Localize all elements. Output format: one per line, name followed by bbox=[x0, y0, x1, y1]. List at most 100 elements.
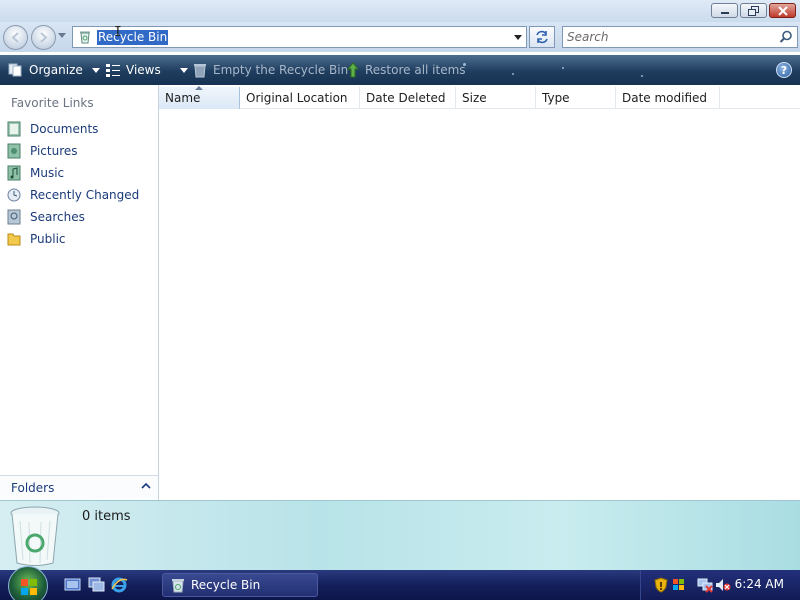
window-controls bbox=[711, 3, 796, 18]
title-bar bbox=[0, 0, 800, 22]
text-cursor-icon: I bbox=[114, 25, 122, 40]
network-disconnected-icon[interactable] bbox=[697, 577, 713, 593]
start-button[interactable] bbox=[8, 566, 48, 600]
favorite-link-recently-changed[interactable]: Recently Changed bbox=[0, 184, 158, 206]
column-header-original-location[interactable]: Original Location bbox=[240, 87, 360, 109]
music-icon bbox=[6, 165, 22, 181]
windows-logo-icon bbox=[21, 579, 37, 595]
chevron-up-icon[interactable] bbox=[141, 482, 151, 490]
close-icon bbox=[777, 5, 788, 16]
organize-button[interactable]: Organize bbox=[8, 55, 100, 85]
favorite-link-label: Recently Changed bbox=[30, 188, 140, 202]
recycle-bin-large-icon bbox=[10, 506, 60, 566]
address-row: Recycle Bin I bbox=[0, 22, 800, 52]
taskbar: Recycle Bin 6:24 AM bbox=[0, 566, 800, 600]
chevron-down-icon bbox=[179, 67, 188, 73]
column-header-label: Original Location bbox=[246, 91, 348, 105]
sparkle-decoration bbox=[562, 67, 564, 69]
refresh-icon bbox=[536, 30, 548, 44]
searches-icon bbox=[6, 209, 22, 225]
back-arrow-icon bbox=[11, 32, 19, 43]
search-box[interactable] bbox=[562, 26, 798, 48]
help-button[interactable]: ? bbox=[776, 62, 792, 78]
taskbar-button-label: Recycle Bin bbox=[191, 578, 261, 592]
favorite-link-label: Public bbox=[30, 232, 66, 246]
favorite-links-heading: Favorite Links bbox=[11, 96, 94, 110]
item-count: 0 items bbox=[82, 509, 131, 524]
minimize-icon bbox=[720, 11, 729, 14]
address-bar[interactable]: Recycle Bin bbox=[72, 26, 527, 48]
chevron-down-icon bbox=[91, 67, 100, 73]
column-header-label: Date modified bbox=[622, 91, 708, 105]
address-path[interactable]: Recycle Bin bbox=[97, 29, 169, 45]
favorite-link-documents[interactable]: Documents bbox=[0, 118, 158, 140]
organize-icon bbox=[8, 63, 22, 77]
column-header-label: Name bbox=[165, 91, 201, 105]
column-header-type[interactable]: Type bbox=[536, 87, 616, 109]
column-header-label: Date Deleted bbox=[366, 91, 446, 105]
volume-muted-icon[interactable] bbox=[715, 577, 731, 593]
recycle-bin-icon bbox=[194, 64, 206, 78]
favorite-links-list: Documents Pictures Music Recently Change… bbox=[0, 118, 158, 250]
minimize-button[interactable] bbox=[711, 3, 738, 18]
back-button[interactable] bbox=[3, 25, 28, 50]
restore-arrow-icon bbox=[346, 62, 360, 78]
favorite-link-label: Documents bbox=[30, 122, 99, 136]
file-list[interactable]: Name Original Location Date Deleted Size… bbox=[159, 85, 800, 500]
recycle-bin-small-icon bbox=[77, 29, 93, 45]
restore-all-items-button[interactable]: Restore all items bbox=[346, 55, 466, 85]
column-header-label: Type bbox=[542, 91, 570, 105]
favorite-link-label: Pictures bbox=[30, 144, 78, 158]
favorite-link-music[interactable]: Music bbox=[0, 162, 158, 184]
address-dropdown[interactable] bbox=[510, 27, 526, 47]
column-headers: Name Original Location Date Deleted Size… bbox=[159, 86, 800, 109]
sparkle-decoration bbox=[641, 75, 643, 77]
empty-recycle-bin-label: Empty the Recycle Bin bbox=[213, 63, 349, 77]
pictures-icon bbox=[6, 143, 22, 159]
views-button[interactable]: Views bbox=[105, 55, 188, 85]
favorite-link-pictures[interactable]: Pictures bbox=[0, 140, 158, 162]
sparkle-decoration bbox=[512, 73, 514, 75]
search-icon[interactable] bbox=[779, 30, 793, 44]
folders-toggle[interactable]: Folders bbox=[0, 475, 158, 500]
command-bar: Organize Views Empty the Recycle Bin Res… bbox=[0, 55, 800, 85]
column-header-size[interactable]: Size bbox=[456, 87, 536, 109]
column-header-name[interactable]: Name bbox=[159, 86, 240, 109]
show-desktop-icon[interactable] bbox=[64, 577, 81, 593]
folders-label: Folders bbox=[11, 481, 55, 495]
internet-explorer-icon[interactable] bbox=[111, 577, 128, 593]
notification-area: 6:24 AM bbox=[640, 570, 800, 600]
organize-label: Organize bbox=[29, 63, 83, 77]
refresh-button[interactable] bbox=[529, 26, 555, 48]
maximize-button[interactable] bbox=[740, 3, 767, 18]
taskbar-button-recycle-bin[interactable]: Recycle Bin bbox=[162, 573, 318, 597]
public-folder-icon bbox=[6, 231, 22, 247]
favorite-link-public[interactable]: Public bbox=[0, 228, 158, 250]
documents-icon bbox=[6, 121, 22, 137]
views-label: Views bbox=[126, 63, 161, 77]
search-input[interactable] bbox=[563, 27, 773, 47]
favorite-link-searches[interactable]: Searches bbox=[0, 206, 158, 228]
views-icon bbox=[106, 64, 120, 77]
favorite-link-label: Searches bbox=[30, 210, 85, 224]
windows-update-icon[interactable] bbox=[671, 577, 687, 593]
sort-ascending-icon bbox=[195, 86, 203, 90]
empty-recycle-bin-button[interactable]: Empty the Recycle Bin bbox=[192, 55, 348, 85]
column-header-date-modified[interactable]: Date modified bbox=[616, 87, 720, 109]
recycle-bin-icon bbox=[172, 579, 184, 593]
close-button[interactable] bbox=[769, 3, 796, 18]
system-clock[interactable]: 6:24 AM bbox=[735, 577, 784, 591]
column-header-date-deleted[interactable]: Date Deleted bbox=[360, 87, 456, 109]
security-shield-icon[interactable] bbox=[654, 577, 668, 593]
restore-all-items-label: Restore all items bbox=[365, 63, 466, 77]
forward-button[interactable] bbox=[31, 25, 56, 50]
navigation-pane: Favorite Links Documents Pictures Music … bbox=[0, 85, 159, 500]
favorite-link-label: Music bbox=[30, 166, 65, 180]
forward-arrow-icon bbox=[40, 32, 48, 43]
column-header-label: Size bbox=[462, 91, 487, 105]
recent-pages-dropdown[interactable] bbox=[58, 33, 66, 38]
details-pane: 0 items bbox=[0, 500, 800, 570]
help-icon: ? bbox=[780, 63, 788, 77]
switch-windows-icon[interactable] bbox=[88, 577, 105, 593]
recently-changed-icon bbox=[6, 187, 22, 203]
